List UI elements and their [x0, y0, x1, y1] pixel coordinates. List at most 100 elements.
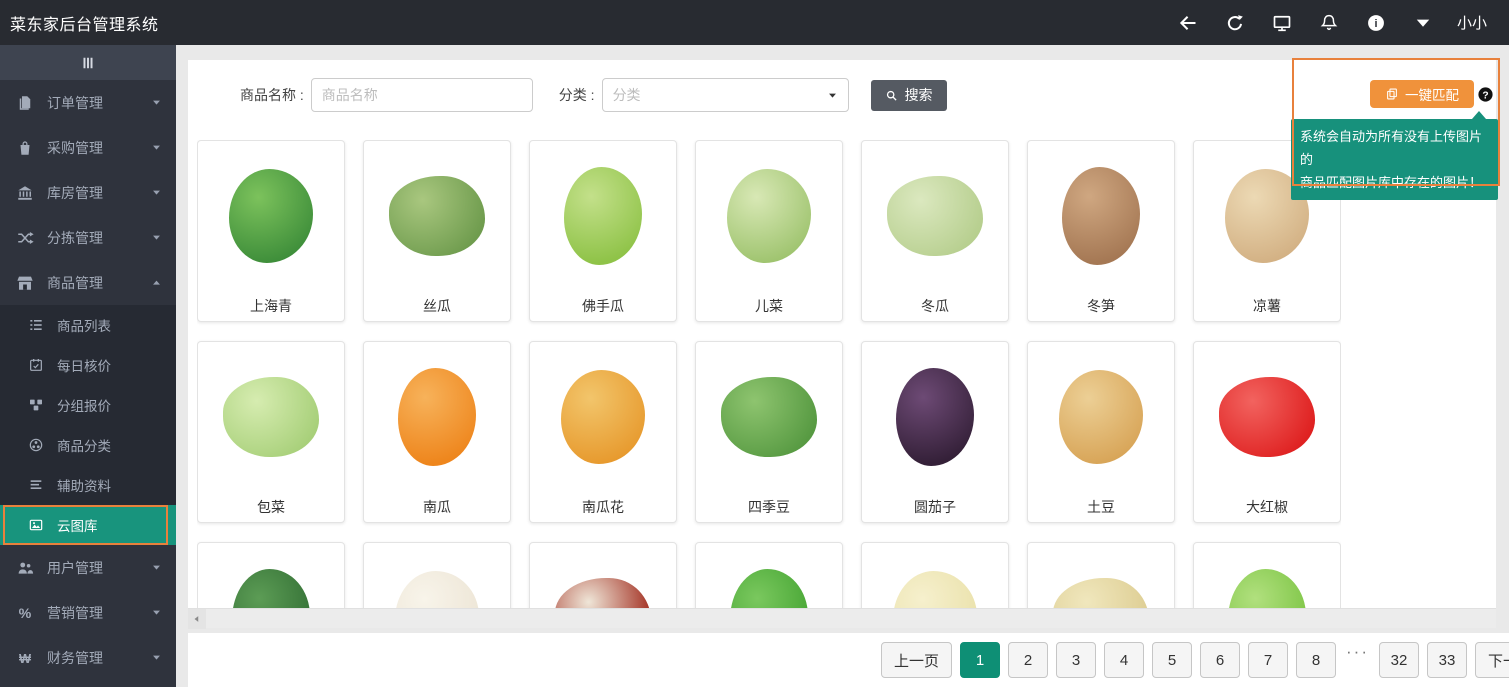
product-label: 大红椒: [1246, 492, 1288, 522]
search-icon: [885, 89, 898, 102]
product-image: [696, 141, 842, 291]
product-card[interactable]: [861, 542, 1009, 608]
product-label: 圆茄子: [914, 492, 956, 522]
horizontal-scrollbar[interactable]: [188, 608, 1496, 628]
sidebar-subitem-icon: [28, 477, 44, 493]
page-button[interactable]: 3: [1056, 642, 1096, 678]
help-question-icon[interactable]: [1477, 86, 1494, 103]
header-icon[interactable]: [1319, 13, 1339, 33]
category-select[interactable]: 分类: [602, 78, 849, 112]
sidebar-item[interactable]: 库房管理: [0, 170, 176, 215]
sidebar-item[interactable]: 订单管理: [0, 80, 176, 125]
one-key-match-button[interactable]: 一键匹配: [1370, 80, 1474, 108]
tooltip-line: 商品匹配图片库中存在的图片！: [1300, 171, 1489, 194]
product-grid: 上海青 丝瓜 佛手瓜: [197, 140, 1341, 608]
top-header-bar: 菜东家后台管理系统 小小: [0, 0, 1509, 45]
product-card[interactable]: [1027, 542, 1175, 608]
sidebar-item-icon: [16, 229, 34, 247]
product-image: [696, 543, 842, 608]
product-card[interactable]: [695, 542, 843, 608]
sidebar-subitem[interactable]: 商品分类: [0, 425, 176, 465]
product-name-label: 商品名称 :: [240, 85, 304, 105]
sidebar-item[interactable]: 商品管理: [0, 260, 176, 305]
match-tooltip: 系统会自动为所有没有上传图片的 商品匹配图片库中存在的图片！: [1291, 119, 1498, 200]
product-card[interactable]: 四季豆: [695, 341, 843, 523]
sidebar-groups: 订单管理 采购管理 库房管理 分拣管理: [0, 80, 176, 305]
page-button[interactable]: 5: [1152, 642, 1192, 678]
product-card[interactable]: 佛手瓜: [529, 140, 677, 322]
pagination-next-button[interactable]: 下一页: [1475, 642, 1509, 678]
scrollbar-left-button[interactable]: [188, 609, 206, 629]
sidebar-item-label: 订单管理: [47, 93, 103, 113]
sidebar-subitem-label: 商品分类: [57, 435, 111, 455]
product-card[interactable]: [197, 542, 345, 608]
product-image: [364, 141, 510, 291]
sidebar-subitem[interactable]: 云图库: [0, 505, 176, 545]
product-card[interactable]: 上海青: [197, 140, 345, 322]
product-card[interactable]: 丝瓜: [363, 140, 511, 322]
product-card[interactable]: 南瓜: [363, 341, 511, 523]
product-card[interactable]: [1193, 542, 1341, 608]
product-card[interactable]: 冬笋: [1027, 140, 1175, 322]
caret-icon: [151, 562, 162, 573]
username[interactable]: 小小: [1457, 12, 1487, 33]
product-label: 南瓜花: [582, 492, 624, 522]
product-card[interactable]: 冬瓜: [861, 140, 1009, 322]
page-numbers-tail: 32 33: [1379, 642, 1467, 678]
sidebar: 订单管理 采购管理 库房管理 分拣管理: [0, 45, 176, 687]
page-button[interactable]: 6: [1200, 642, 1240, 678]
product-card[interactable]: 大红椒: [1193, 341, 1341, 523]
product-name-input[interactable]: [311, 78, 533, 112]
sidebar-subitem-icon: [28, 397, 44, 413]
sidebar-item-icon: [16, 274, 34, 292]
product-card[interactable]: 土豆: [1027, 341, 1175, 523]
header-icon[interactable]: [1366, 13, 1386, 33]
product-card[interactable]: 儿菜: [695, 140, 843, 322]
product-card[interactable]: [529, 542, 677, 608]
page-button[interactable]: 2: [1008, 642, 1048, 678]
caret-icon: [151, 277, 162, 288]
pagination-prev-button[interactable]: 上一页: [881, 642, 952, 678]
category-select-placeholder: 分类: [613, 85, 641, 105]
page-button[interactable]: 1: [960, 642, 1000, 678]
search-button[interactable]: 搜索: [871, 80, 947, 111]
product-card[interactable]: 南瓜花: [529, 341, 677, 523]
product-card[interactable]: 包菜: [197, 341, 345, 523]
page-button[interactable]: 7: [1248, 642, 1288, 678]
header-icon[interactable]: [1272, 13, 1292, 33]
sidebar-subitem[interactable]: 商品列表: [0, 305, 176, 345]
product-image: [1194, 543, 1340, 608]
product-label: 四季豆: [748, 492, 790, 522]
product-card[interactable]: [363, 542, 511, 608]
header-icon[interactable]: [1413, 13, 1433, 33]
sidebar-item-icon: [16, 139, 34, 157]
sidebar-subitem[interactable]: 分组报价: [0, 385, 176, 425]
sidebar-subitem-label: 每日核价: [57, 355, 111, 375]
header-icon[interactable]: [1225, 13, 1245, 33]
pagination-ellipsis: ···: [1344, 642, 1371, 662]
vertical-bars-icon: [79, 54, 97, 72]
header-icon[interactable]: [1178, 13, 1198, 33]
sidebar-subitem[interactable]: 辅助资料: [0, 465, 176, 505]
page-button[interactable]: 32: [1379, 642, 1419, 678]
sidebar-item[interactable]: 财务管理: [0, 635, 176, 680]
tooltip-line: 系统会自动为所有没有上传图片的: [1300, 125, 1489, 171]
product-card[interactable]: 圆茄子: [861, 341, 1009, 523]
page-button[interactable]: 8: [1296, 642, 1336, 678]
product-label: 佛手瓜: [582, 291, 624, 321]
sidebar-item[interactable]: 营销管理: [0, 590, 176, 635]
sidebar-item[interactable]: 用户管理: [0, 545, 176, 590]
page-button[interactable]: 4: [1104, 642, 1144, 678]
page-button[interactable]: 33: [1427, 642, 1467, 678]
sidebar-item-label: 用户管理: [47, 558, 103, 578]
sidebar-item[interactable]: 采购管理: [0, 125, 176, 170]
collapse-sidebar-button[interactable]: [0, 45, 176, 80]
product-grid-clip: 上海青 丝瓜 佛手瓜: [197, 140, 1341, 608]
product-image: [1028, 141, 1174, 291]
product-image: [1028, 342, 1174, 492]
caret-down-icon: [827, 90, 838, 101]
sidebar-item-icon: [16, 649, 34, 667]
product-image: [530, 141, 676, 291]
sidebar-item[interactable]: 分拣管理: [0, 215, 176, 260]
sidebar-subitem[interactable]: 每日核价: [0, 345, 176, 385]
